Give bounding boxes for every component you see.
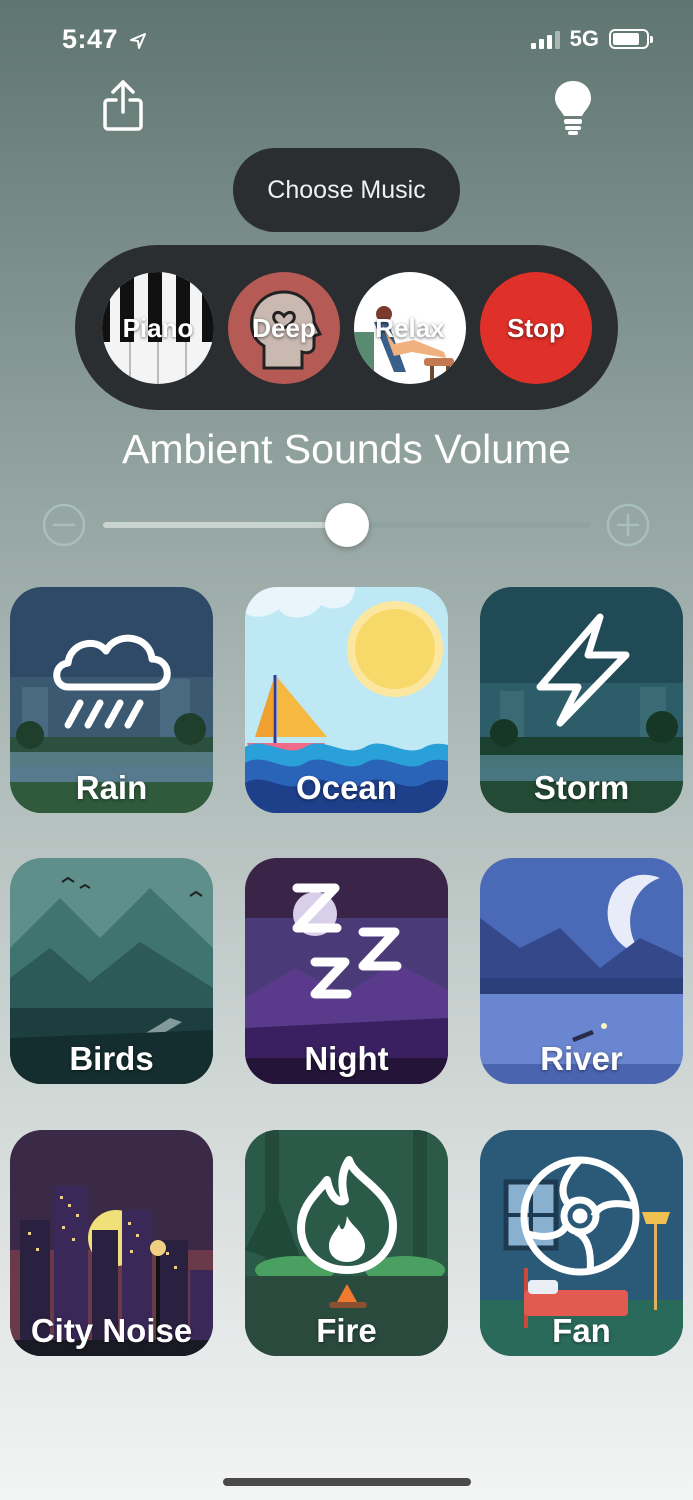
sound-tile-label: Night (304, 1040, 389, 1077)
plus-circle-icon (606, 503, 650, 547)
signal-icon (530, 29, 560, 49)
sound-tile-fire[interactable]: Fire (245, 1130, 448, 1356)
music-option-piano[interactable]: Piano (102, 272, 214, 384)
sound-tile-label: Rain (75, 769, 148, 806)
sound-tile-river[interactable]: River (480, 858, 683, 1084)
time-text: 5:47 (62, 24, 119, 54)
music-option-label: Stop (507, 312, 565, 343)
sound-tile-label: Storm (533, 769, 630, 806)
choose-music-button[interactable]: Choose Music (233, 148, 460, 232)
music-option-deep[interactable]: Deep (228, 272, 340, 384)
volume-slider-fill (103, 522, 347, 528)
sound-tile-label: Fire (316, 1312, 377, 1349)
sound-tile-label: City Noise (30, 1312, 193, 1349)
sound-tile-city-noise[interactable]: City Noise (10, 1130, 213, 1356)
volume-decrease-button[interactable] (42, 503, 86, 547)
share-icon (103, 80, 143, 131)
sound-tile-birds[interactable]: Birds (10, 858, 213, 1084)
sound-tile-label: Birds (69, 1040, 154, 1077)
status-time: 5:47 (62, 24, 148, 55)
volume-slider[interactable] (103, 503, 590, 547)
volume-slider-thumb[interactable] (324, 503, 369, 547)
sound-tile-label: River (540, 1040, 623, 1077)
sound-tile-storm[interactable]: Storm (480, 587, 683, 813)
sound-tile-label: Ocean (296, 769, 397, 806)
lightbulb-icon (555, 81, 591, 135)
sound-tile-ocean[interactable]: Ocean (245, 587, 448, 813)
home-indicator[interactable] (223, 1478, 471, 1486)
sound-tile-fan[interactable]: Fan (480, 1130, 683, 1356)
music-option-label: Piano (122, 312, 194, 343)
choose-music-label: Choose Music (267, 175, 426, 204)
volume-increase-button[interactable] (606, 503, 650, 547)
share-button[interactable] (100, 78, 146, 134)
tips-button[interactable] (552, 78, 594, 136)
location-arrow-icon (130, 32, 147, 49)
volume-title: Ambient Sounds Volume (122, 426, 571, 472)
battery-icon (609, 29, 653, 49)
music-selector: Piano Deep Relax Stop (75, 245, 618, 410)
minus-circle-icon (42, 503, 86, 547)
sound-tile-rain[interactable]: Rain (10, 587, 213, 813)
sound-tile-label: Fan (552, 1312, 611, 1349)
music-stop-button[interactable]: Stop (480, 272, 592, 384)
music-option-label: Deep (252, 312, 316, 343)
music-option-label: Relax (375, 312, 445, 343)
network-label: 5G (569, 26, 599, 51)
status-indicators: 5G (530, 26, 653, 52)
sound-tile-night[interactable]: Night (245, 858, 448, 1084)
music-option-relax[interactable]: Relax (354, 272, 466, 384)
